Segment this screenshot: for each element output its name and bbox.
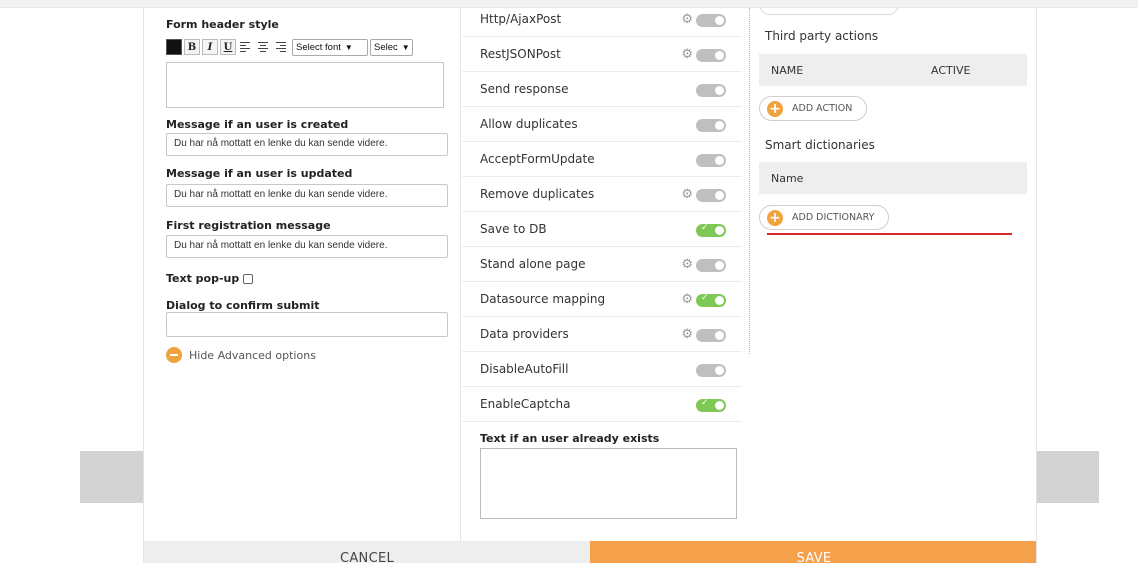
setting-row: Datasource mapping ⚙	[462, 282, 742, 317]
dialog-confirm-label: Dialog to confirm submit	[166, 299, 320, 312]
setting-row: EnableCaptcha	[462, 387, 742, 422]
setting-label: Allow duplicates	[480, 117, 578, 131]
setting-row: Stand alone page ⚙	[462, 247, 742, 282]
toggle-switch[interactable]	[696, 49, 726, 62]
align-center-icon[interactable]	[256, 39, 272, 55]
right-column: Third party actions NAME ACTIVE + ADD AC…	[749, 8, 1036, 541]
plus-circle-icon: +	[767, 209, 783, 226]
third-party-actions-title: Third party actions	[765, 29, 879, 43]
smart-dictionaries-title: Smart dictionaries	[765, 138, 875, 152]
size-select-value: Selec	[374, 41, 398, 53]
toggle-switch[interactable]	[696, 84, 726, 97]
bold-button[interactable]: B	[184, 39, 200, 55]
dialog-confirm-input[interactable]	[166, 312, 448, 337]
cut-off-button[interactable]	[759, 8, 899, 15]
text-popup-row: Text pop-up	[166, 272, 254, 285]
toggle-switch[interactable]	[696, 329, 726, 342]
text-color-button[interactable]	[166, 39, 182, 55]
dict-col-name: Name	[771, 171, 804, 185]
dictionaries-table-header: Name	[759, 162, 1027, 194]
italic-button[interactable]: I	[202, 39, 218, 55]
red-underline-annotation	[767, 233, 1012, 235]
toggle-switch[interactable]	[696, 398, 726, 412]
align-left-icon[interactable]	[238, 39, 254, 55]
chevron-down-icon: ▼	[344, 42, 353, 52]
hide-advanced-label: Hide Advanced options	[189, 348, 316, 362]
toggle-switch[interactable]	[696, 223, 726, 237]
setting-label: Stand alone page	[480, 257, 586, 271]
browser-top-edge	[0, 0, 1138, 8]
form-settings-dialog: Form header style B I U Select font ▼ Sel…	[143, 8, 1037, 563]
user-exists-textarea[interactable]	[480, 448, 737, 519]
text-popup-label: Text pop-up	[166, 272, 240, 285]
setting-row: Save to DB	[462, 212, 742, 247]
toggle-switch[interactable]	[696, 293, 726, 307]
setting-row: AcceptFormUpdate	[462, 142, 742, 177]
setting-label: Remove duplicates	[480, 187, 595, 201]
setting-row: Http/AjaxPost ⚙	[462, 8, 742, 37]
actions-table-header: NAME ACTIVE	[759, 54, 1027, 86]
setting-label: EnableCaptcha	[480, 397, 571, 411]
setting-row: Remove duplicates ⚙	[462, 177, 742, 212]
gear-icon[interactable]: ⚙	[681, 48, 693, 61]
underline-button[interactable]: U	[220, 39, 236, 55]
dialog-footer: CANCEL SAVE	[144, 541, 1036, 563]
middle-column: Http/AjaxPost ⚙ RestJSONPost ⚙ Send response…	[462, 8, 749, 541]
gear-icon[interactable]: ⚙	[681, 13, 693, 26]
user-exists-label: Text if an user already exists	[480, 432, 660, 445]
toggle-switch[interactable]	[696, 14, 726, 27]
toggle-switch[interactable]	[696, 259, 726, 272]
editor-toolbar: B I U Select font ▼ Selec ▼	[166, 38, 448, 56]
msg-created-label: Message if an user is created	[166, 118, 349, 131]
msg-created-input[interactable]: Du har nå mottatt en lenke du kan sende …	[166, 133, 448, 156]
add-dictionary-label: ADD DICTIONARY	[792, 212, 875, 223]
setting-label: Save to DB	[480, 222, 547, 236]
add-dictionary-button[interactable]: + ADD DICTIONARY	[759, 205, 890, 230]
hide-advanced-options-button[interactable]: Hide Advanced options	[166, 347, 316, 363]
font-select-value: Select font	[296, 41, 341, 53]
setting-label: AcceptFormUpdate	[480, 152, 595, 166]
form-header-style-label: Form header style	[166, 18, 279, 31]
chevron-down-icon: ▼	[401, 42, 410, 52]
toggle-switch[interactable]	[696, 154, 726, 167]
cancel-button[interactable]: CANCEL	[144, 541, 590, 563]
toggle-switch[interactable]	[696, 364, 726, 377]
setting-label: Send response	[480, 82, 569, 96]
column-divider	[749, 8, 750, 354]
msg-updated-input[interactable]: Du har nå mottatt en lenke du kan sende …	[166, 184, 448, 207]
setting-label: Data providers	[480, 327, 569, 341]
minus-circle-icon	[166, 347, 182, 363]
left-column: Form header style B I U Select font ▼ Sel…	[144, 8, 461, 541]
plus-circle-icon: +	[767, 100, 783, 117]
setting-label: DisableAutoFill	[480, 362, 569, 376]
first-registration-input[interactable]: Du har nå mottatt en lenke du kan sende …	[166, 235, 448, 258]
first-registration-label: First registration message	[166, 219, 331, 232]
gear-icon[interactable]: ⚙	[681, 188, 693, 201]
setting-label: Datasource mapping	[480, 292, 606, 306]
setting-label: RestJSONPost	[480, 47, 561, 61]
setting-row: DisableAutoFill	[462, 352, 742, 387]
setting-row: Allow duplicates	[462, 107, 742, 142]
add-action-button[interactable]: + ADD ACTION	[759, 96, 868, 121]
gear-icon[interactable]: ⚙	[681, 258, 693, 271]
setting-row: Send response	[462, 72, 742, 107]
font-select[interactable]: Select font ▼	[292, 38, 368, 56]
align-right-icon[interactable]	[274, 39, 290, 55]
setting-row: RestJSONPost ⚙	[462, 37, 742, 72]
setting-row: Data providers ⚙	[462, 317, 742, 352]
setting-label: Http/AjaxPost	[480, 12, 562, 26]
text-popup-checkbox[interactable]	[243, 274, 254, 284]
actions-col-active: ACTIVE	[931, 63, 971, 77]
header-style-editor[interactable]	[166, 62, 444, 108]
toggle-switch[interactable]	[696, 189, 726, 202]
toggle-switch[interactable]	[696, 119, 726, 132]
gear-icon[interactable]: ⚙	[681, 328, 693, 341]
add-action-label: ADD ACTION	[792, 103, 853, 114]
msg-updated-label: Message if an user is updated	[166, 167, 353, 180]
size-select[interactable]: Selec ▼	[370, 38, 413, 56]
gear-icon[interactable]: ⚙	[681, 293, 693, 306]
actions-col-name: NAME	[771, 63, 804, 77]
save-button[interactable]: SAVE	[590, 541, 1036, 563]
